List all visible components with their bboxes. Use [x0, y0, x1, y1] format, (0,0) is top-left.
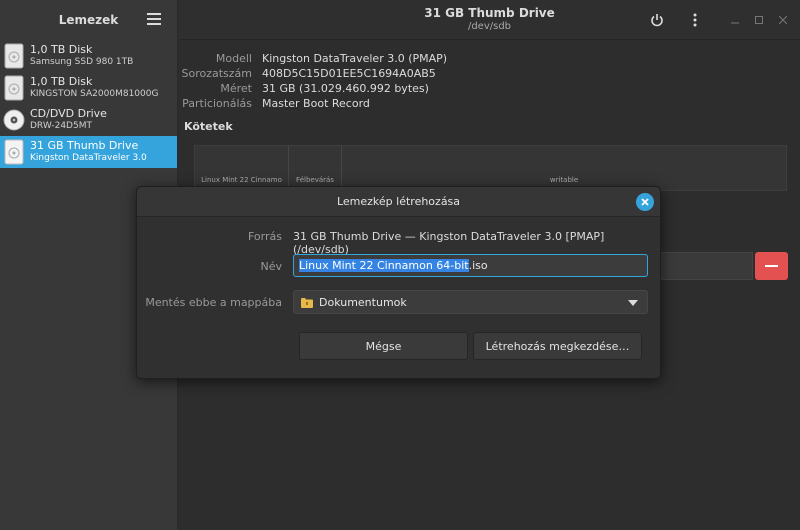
volume-partition-1[interactable]: Linux Mint 22 Cinnamo	[195, 146, 289, 190]
info-row-model: Modell Kingston DataTraveler 3.0 (PMAP)	[179, 52, 447, 67]
disk-name: 31 GB Thumb Drive	[30, 139, 139, 152]
start-creating-button[interactable]: Létrehozás megkezdése…	[473, 332, 642, 360]
window-title: 31 GB Thumb Drive	[424, 6, 555, 20]
info-row-serial: Sorozatszám 408D5C15D01EE5C1694A0AB5	[179, 67, 447, 82]
disk-item-samsung[interactable]: 1,0 TB Disk Samsung SSD 980 1TB	[0, 40, 177, 72]
info-row-size: Méret 31 GB (31.029.460.992 bytes)	[179, 82, 447, 97]
info-label: Particionálás	[182, 97, 252, 110]
save-folder-select[interactable]: Dokumentumok	[293, 290, 648, 314]
volume-partition-2[interactable]: Félbevárás	[289, 146, 342, 190]
hamburger-menu-icon[interactable]	[147, 12, 161, 26]
maximize-icon[interactable]	[749, 10, 769, 30]
usb-drive-icon	[3, 139, 25, 165]
disk-item-kingston-ssd[interactable]: 1,0 TB Disk KINGSTON SA2000M81000G	[0, 72, 177, 104]
sidebar-header: Lemezek	[0, 0, 177, 40]
disk-model: Kingston DataTraveler 3.0	[30, 153, 147, 163]
disk-model: DRW-24D5MT	[30, 121, 92, 131]
dialog-title: Lemezkép létrehozása	[336, 195, 461, 208]
selected-name-text: Linux Mint 22 Cinnamon 64-bit	[299, 259, 469, 272]
disk-item-thumb-drive[interactable]: 31 GB Thumb Drive Kingston DataTraveler …	[0, 136, 177, 168]
folder-icon	[301, 297, 313, 308]
window-subtitle: /dev/sdb	[467, 21, 512, 32]
disk-list: 1,0 TB Disk Samsung SSD 980 1TB 1,0 TB D…	[0, 40, 177, 168]
cancel-button[interactable]: Mégse	[299, 332, 468, 360]
info-value: Master Boot Record	[262, 97, 370, 110]
drive-info: Modell Kingston DataTraveler 3.0 (PMAP) …	[179, 52, 447, 112]
disk-model: KINGSTON SA2000M81000G	[30, 89, 159, 99]
hard-disk-icon	[3, 75, 25, 101]
info-value: 31 GB (31.029.460.992 bytes)	[262, 82, 429, 95]
more-options-icon[interactable]	[685, 10, 705, 30]
volume-map: Linux Mint 22 Cinnamo Félbevárás writabl…	[194, 145, 787, 191]
volume-toolbar	[659, 252, 753, 280]
create-image-dialog: Lemezkép létrehozása Forrás 31 GB Thumb …	[136, 186, 661, 379]
power-icon[interactable]	[647, 10, 667, 30]
volume-partition-3[interactable]: writable	[342, 146, 786, 190]
minimize-icon[interactable]	[725, 10, 745, 30]
info-label: Méret	[220, 82, 252, 95]
optical-disc-icon	[3, 107, 25, 133]
disk-item-cd-dvd[interactable]: CD/DVD Drive DRW-24D5MT	[0, 104, 177, 136]
disk-name: 1,0 TB Disk	[30, 75, 93, 88]
hard-disk-icon	[3, 43, 25, 69]
disk-name: CD/DVD Drive	[30, 107, 107, 120]
disk-model: Samsung SSD 980 1TB	[30, 57, 134, 67]
image-name-input[interactable]: Linux Mint 22 Cinnamon 64-bit .iso	[293, 254, 648, 277]
dialog-header: Lemezkép létrehozása	[137, 187, 660, 217]
dialog-close-icon[interactable]	[636, 193, 654, 211]
folder-value: Dokumentumok	[319, 295, 407, 309]
source-label: Forrás	[248, 230, 282, 243]
folder-label: Mentés ebbe a mappába	[145, 296, 282, 309]
title-bar: 31 GB Thumb Drive /dev/sdb	[179, 0, 800, 40]
name-extension: .iso	[468, 259, 488, 272]
info-label: Modell	[215, 52, 252, 65]
disk-name: 1,0 TB Disk	[30, 43, 93, 56]
name-label: Név	[260, 260, 282, 273]
source-value: 31 GB Thumb Drive — Kingston DataTravele…	[293, 230, 605, 256]
volumes-heading: Kötetek	[184, 120, 233, 133]
close-window-icon[interactable]	[773, 10, 793, 30]
info-value: Kingston DataTraveler 3.0 (PMAP)	[262, 52, 448, 65]
chevron-down-icon	[628, 300, 638, 306]
delete-partition-button[interactable]	[755, 252, 788, 280]
info-label: Sorozatszám	[181, 67, 252, 80]
sidebar-title: Lemezek	[58, 13, 119, 27]
info-row-partitioning: Particionálás Master Boot Record	[179, 97, 447, 112]
info-value: 408D5C15D01EE5C1694A0AB5	[262, 67, 436, 80]
